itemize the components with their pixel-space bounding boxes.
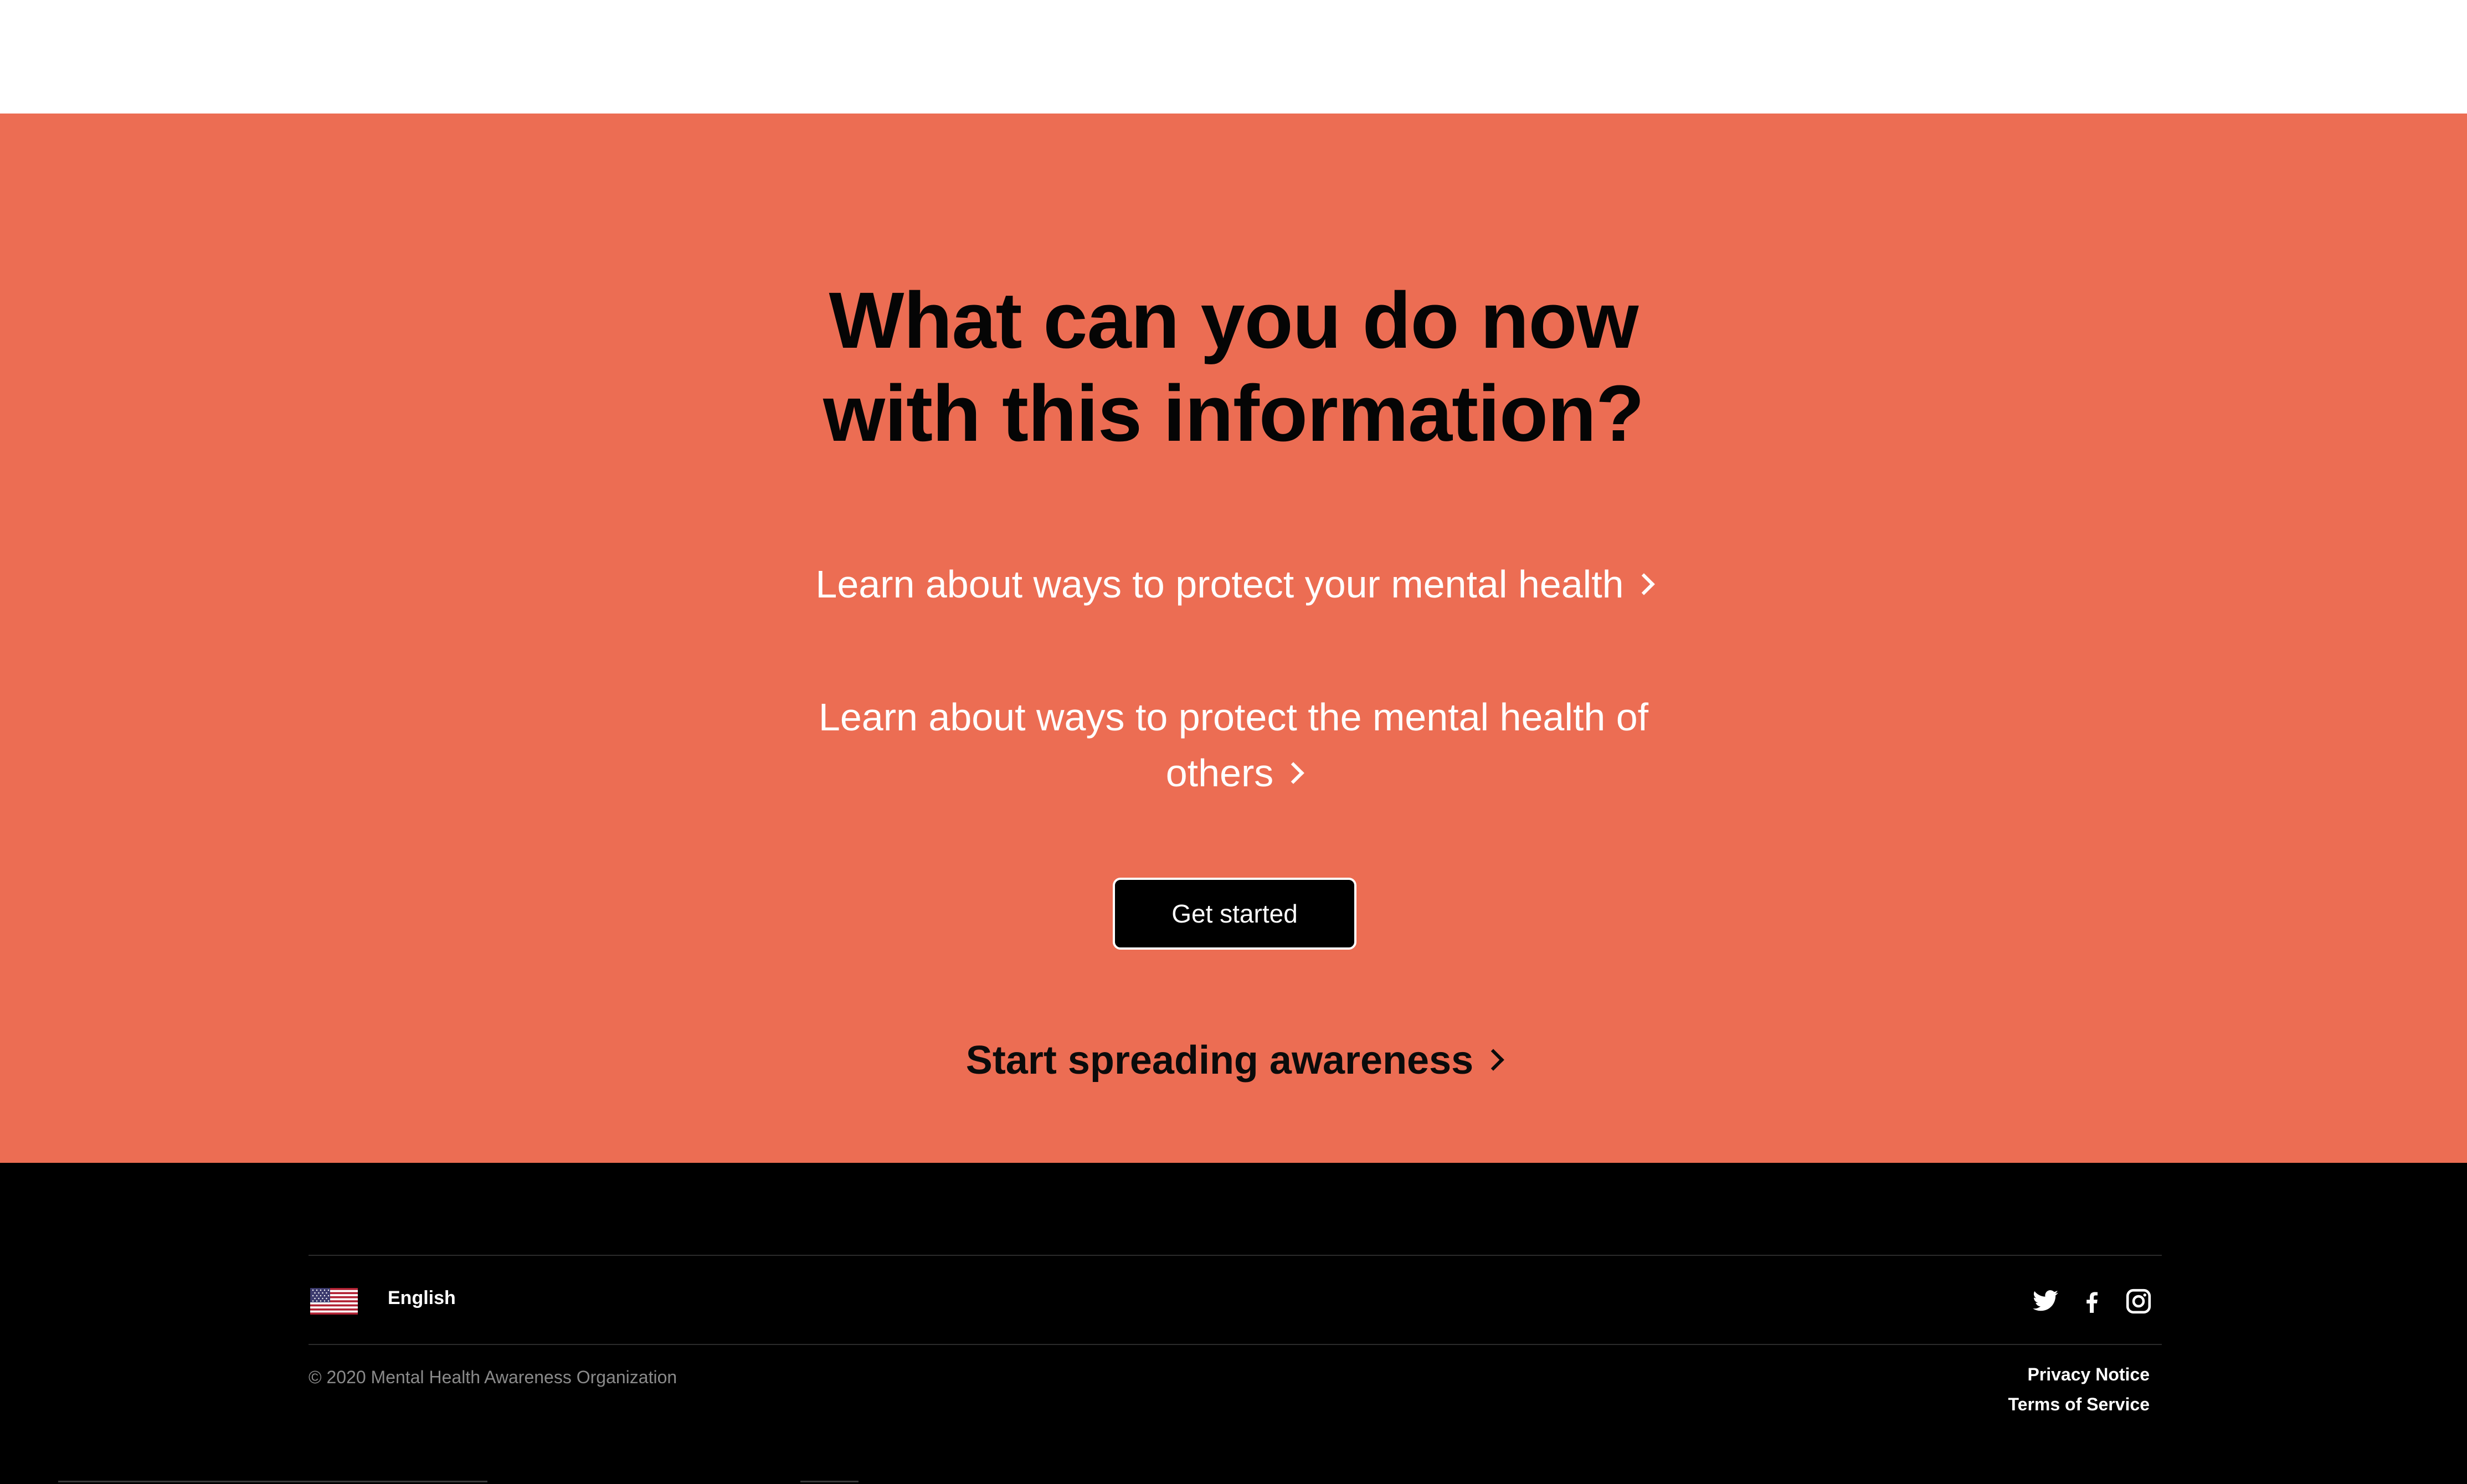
- call-to-action-section: What can you do now with this informatio…: [0, 114, 2467, 1163]
- us-flag-icon[interactable]: [310, 1288, 358, 1315]
- protect-your-mental-health-link[interactable]: Learn about ways to protect your mental …: [790, 556, 1677, 612]
- footer-divider-top: [309, 1255, 2162, 1256]
- privacy-notice-link[interactable]: Privacy Notice: [2027, 1362, 2150, 1387]
- chevron-right-icon: [1482, 1049, 1504, 1071]
- instagram-icon-graphic: [2126, 1289, 2151, 1314]
- us-flag-graphic: [310, 1288, 358, 1315]
- protect-your-mental-health-link-label: Learn about ways to protect your mental …: [815, 563, 1624, 606]
- bottom-edge-divider-small: [800, 1481, 859, 1482]
- title-line-1: What can you do now: [829, 276, 1639, 365]
- bottom-edge-divider: [58, 1481, 487, 1482]
- site-footer: English © 2020 Mental Health Awareness O…: [0, 1163, 2467, 1484]
- facebook-icon[interactable]: [2078, 1287, 2106, 1315]
- top-header-bar: [0, 0, 2467, 114]
- get-started-button[interactable]: Get started: [1113, 878, 1356, 950]
- start-spreading-awareness-link[interactable]: Start spreading awareness: [846, 1033, 1621, 1088]
- protect-others-link-line-2: others: [1165, 751, 1274, 795]
- twitter-icon[interactable]: [2032, 1287, 2059, 1315]
- language-selector-label[interactable]: English: [388, 1286, 456, 1310]
- start-spreading-awareness-label: Start spreading awareness: [965, 1038, 1474, 1083]
- facebook-icon-graphic: [2086, 1292, 2098, 1313]
- footer-divider-middle: [309, 1344, 2162, 1345]
- twitter-icon-graphic: [2033, 1290, 2058, 1311]
- terms-of-service-link[interactable]: Terms of Service: [2008, 1392, 2150, 1416]
- protect-others-mental-health-link[interactable]: Learn about ways to protect the mental h…: [790, 689, 1677, 801]
- protect-others-link-line-1: Learn about ways to protect the mental h…: [818, 695, 1649, 739]
- copyright-text: © 2020 Mental Health Awareness Organizat…: [309, 1367, 677, 1387]
- instagram-icon[interactable]: [2125, 1287, 2152, 1315]
- chevron-right-icon: [1632, 573, 1655, 595]
- title-line-2: with this information?: [823, 369, 1644, 458]
- page-title: What can you do now with this informatio…: [680, 274, 1787, 460]
- chevron-right-icon: [1282, 761, 1305, 784]
